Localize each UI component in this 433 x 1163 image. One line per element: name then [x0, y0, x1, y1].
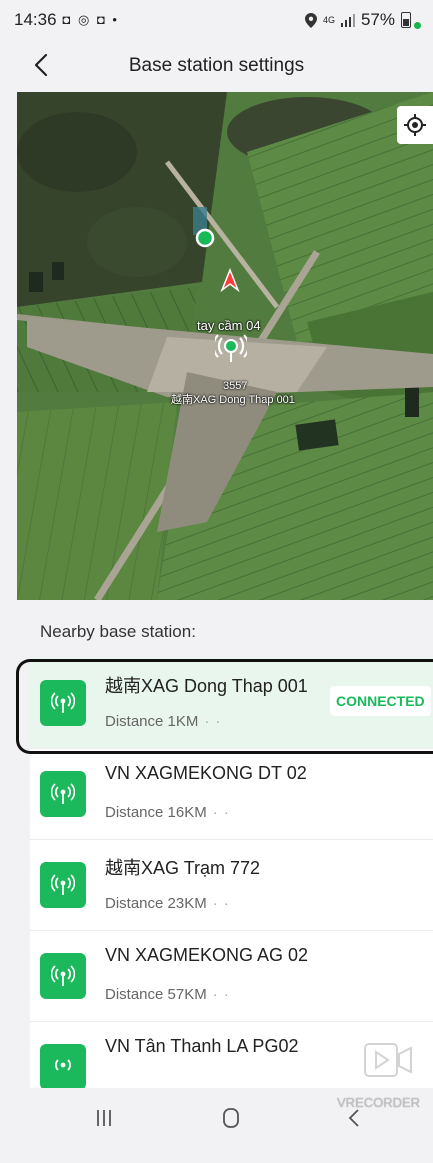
station-name: 越南XAG Trạm 772 [105, 858, 261, 878]
station-name: 越南XAG Dong Thap 001 [105, 676, 308, 696]
recent-apps-icon [97, 1110, 111, 1126]
back-button[interactable] [26, 50, 56, 80]
station-item[interactable]: 越南XAG Trạm 772 Distance 23KM ·· [30, 840, 433, 931]
recent-apps-button[interactable] [96, 1109, 112, 1127]
station-item[interactable]: VN XAGMEKONG DT 02 Distance 16KM ·· [30, 749, 433, 840]
station-list[interactable]: 越南XAG Dong Thap 001 Distance 1KM ·· CONNE… [30, 658, 433, 1088]
station-name: VN XAGMEKONG AG 02 [105, 945, 309, 965]
antenna-icon [40, 1044, 86, 1088]
station-distance: Distance 16KM ·· [105, 804, 235, 821]
notification-icons: ◘ ◎ ◘ • [62, 12, 119, 27]
antenna-icon [40, 680, 86, 726]
charging-dot [414, 21, 421, 29]
status-bar: 14:36 ◘ ◎ ◘ • 4G 57% [0, 0, 433, 40]
antenna-icon [40, 953, 86, 999]
satellite-map[interactable]: tay cầm 04 3557 越南XAG Dong Thap 001 [17, 92, 433, 600]
station-name: VN XAGMEKONG DT 02 [105, 763, 307, 783]
station-item[interactable]: VN XAGMEKONG AG 02 Distance 57KM ·· [30, 931, 433, 1022]
crosshair-icon [404, 114, 426, 136]
antenna-icon [40, 771, 86, 817]
battery-icon [401, 12, 411, 28]
antenna-icon [212, 334, 250, 362]
base-station-marker[interactable] [212, 332, 250, 369]
locate-button[interactable] [397, 106, 433, 144]
back-nav-button[interactable] [348, 1109, 360, 1127]
status-time: 14:36 [14, 10, 57, 29]
signal-icon [340, 14, 355, 27]
station-item[interactable]: VN Tân Thanh LA PG02 [30, 1022, 433, 1088]
network-type: 4G [322, 14, 335, 25]
location-icon [304, 12, 317, 28]
nearby-heading: Nearby base station: [40, 622, 196, 641]
station-distance: Distance 57KM ·· [105, 986, 235, 1003]
station-distance: Distance 1KM ·· [105, 713, 227, 730]
status-badge: CONNECTED [330, 686, 431, 716]
chevron-left-icon [34, 53, 48, 77]
station-name-label: 越南XAG Dong Thap 001 [171, 394, 295, 406]
page-title: Base station settings [128, 55, 305, 76]
antenna-icon [40, 862, 86, 908]
home-icon [223, 1108, 239, 1128]
station-distance: Distance 23KM ·· [105, 895, 235, 912]
home-button[interactable] [222, 1107, 240, 1129]
system-nav-bar [0, 1095, 433, 1163]
battery-percent: 57% [360, 10, 395, 29]
device-label: tay cầm 04 [197, 318, 261, 333]
station-item[interactable]: 越南XAG Dong Thap 001 Distance 1KM ·· CONNE… [30, 658, 433, 749]
station-name: VN Tân Thanh LA PG02 [105, 1036, 299, 1056]
back-nav-icon [348, 1109, 359, 1127]
header: Base station settings [0, 40, 433, 92]
